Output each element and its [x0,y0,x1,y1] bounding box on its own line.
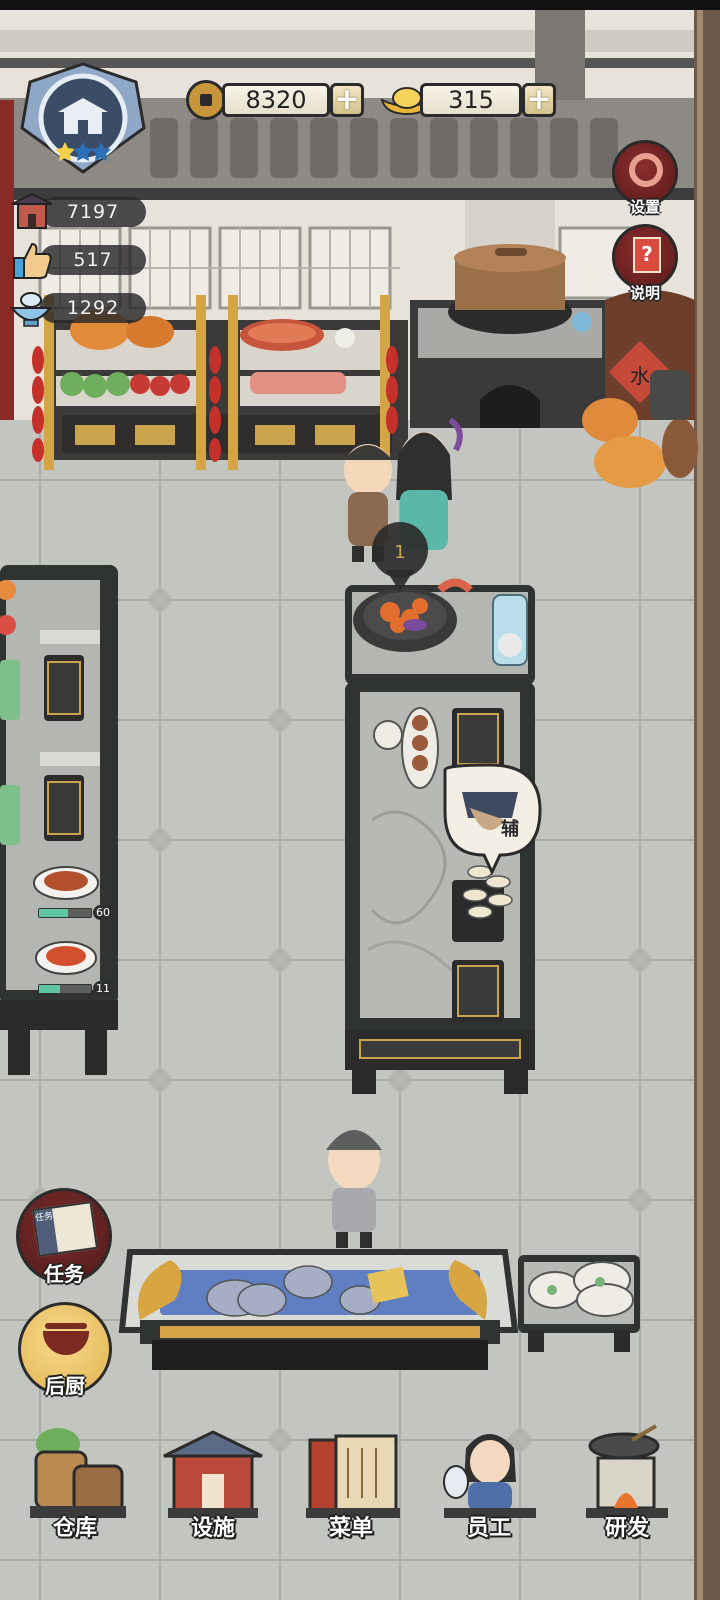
gear-icon [629,153,663,187]
task-book-icon: 任务 [31,1201,99,1257]
nav-menu[interactable]: 菜单 [296,1422,406,1552]
help-button[interactable]: ? [612,224,678,290]
nav-warehouse-label: 仓库 [52,1516,97,1541]
washing-trough [118,1249,519,1370]
menu-scroll-icon [306,1434,400,1518]
prep-progress-bar-2 [38,984,92,994]
coin-count: 8320 [222,83,330,117]
nav-warehouse[interactable]: 仓库 [20,1422,130,1552]
pot-icon [43,1331,89,1355]
help-scroll-icon: ? [633,237,661,273]
gold-count: 315 [420,83,522,117]
task-book-cover-text: 任务 [34,1208,59,1255]
add-gold-button[interactable]: + [522,83,556,117]
nav-research-label: 研发 [604,1516,649,1541]
center-prep-counter [345,682,535,1094]
nav-menu-label: 菜单 [328,1516,373,1541]
settings-label: 设置 [629,198,660,216]
prep-progress-bar-1 [38,908,92,918]
thumbs-up-icon [10,238,54,282]
add-coins-button[interactable]: + [330,83,364,117]
nav-staff-label: 员工 [466,1516,511,1541]
dishes-stat: 1292 [40,293,146,323]
reputation-stat: 7197 [40,197,146,227]
restaurant-icon [10,190,54,232]
staff-icon [443,1434,536,1518]
bowl-icon [8,288,54,330]
facility-icon [163,1430,263,1518]
warehouse-icon [30,1428,126,1518]
cooking-progress-value: 1 [394,542,405,563]
bottom-nav: 仓库 设施 菜单 员工 研发 [0,1410,694,1600]
tasks-label: 任务 [44,1262,84,1286]
nav-facility[interactable]: 设施 [158,1422,268,1552]
kitchen-label: 后厨 [45,1374,85,1398]
nav-staff[interactable]: 员工 [434,1422,544,1552]
game-screen: 水 1 辅 8320 + 315 + 7197 517 1292 设置 ? 说明… [0,0,720,1600]
prep-progress-count-1: 60 [93,905,113,920]
copper-coin-icon [186,80,226,120]
assistant-bubble-label: 辅 [501,818,519,840]
nav-research[interactable]: 研发 [572,1422,682,1552]
likes-stat: 517 [40,245,146,275]
wok-station [345,578,535,685]
nav-facility-label: 设施 [190,1516,235,1541]
restaurant-rank-badge[interactable] [18,60,148,175]
help-label: 说明 [629,284,660,302]
water-jar-label: 水 [630,364,650,388]
prep-progress-count-2: 11 [93,981,113,996]
prep-progress-fill-2 [39,985,60,993]
research-stove-icon [586,1424,668,1518]
prep-progress-fill-1 [39,909,68,917]
left-prep-counter [0,565,118,1075]
